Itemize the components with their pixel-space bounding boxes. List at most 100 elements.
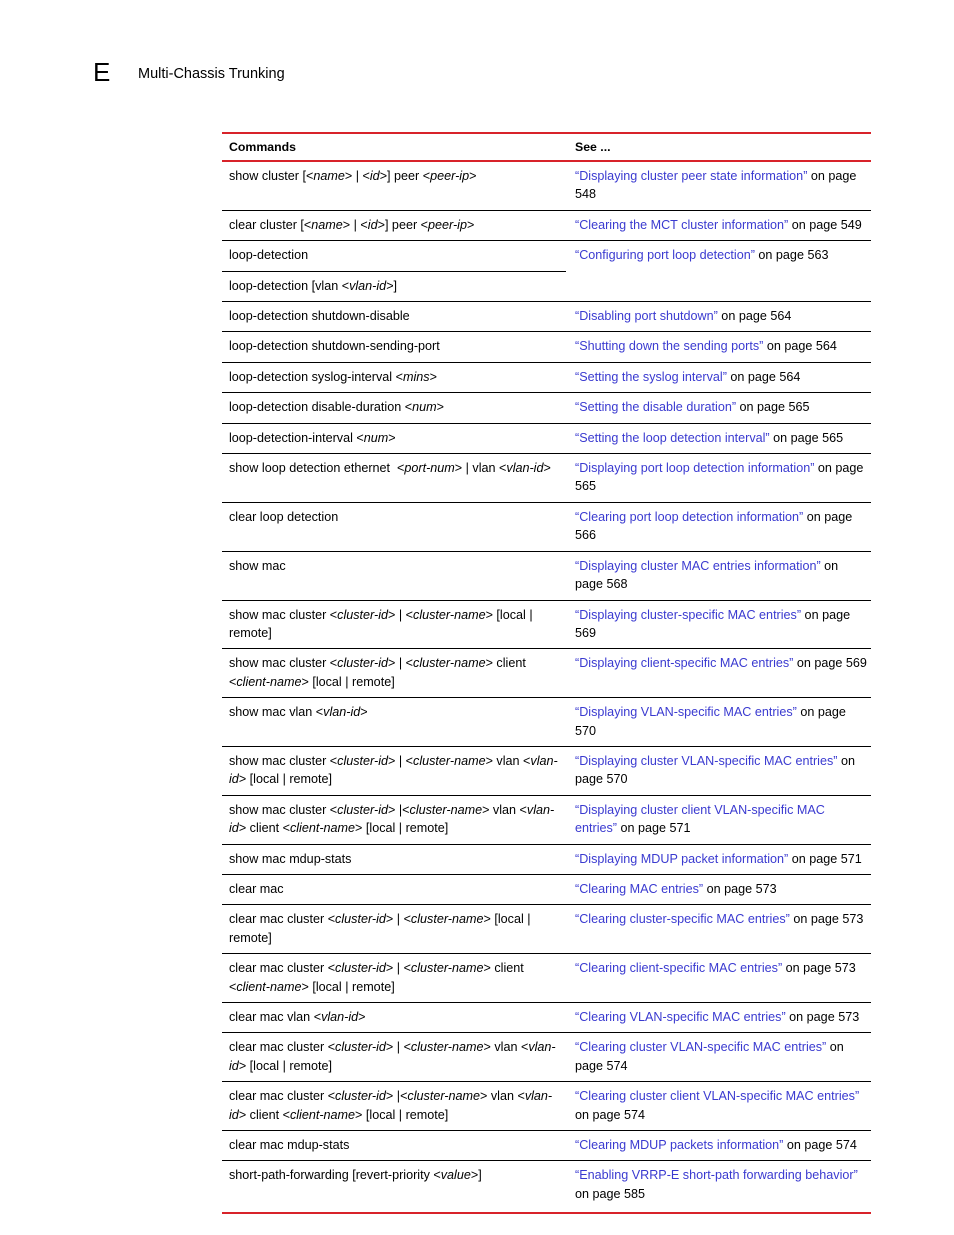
table-row: loop-detection disable-duration <num> “Se… [222, 392, 871, 424]
column-header-commands: Commands [222, 132, 566, 162]
cross-reference-link[interactable]: “Displaying cluster peer state informati… [575, 169, 807, 183]
command-variable: cluster-id [337, 802, 389, 817]
command-variable: vlan-id [229, 753, 558, 787]
table-header: Commands See ... [222, 132, 871, 162]
cross-reference-link[interactable]: “Displaying client-specific MAC entries” [575, 656, 793, 670]
command-cell: show mac vlan <vlan-id> [222, 697, 566, 747]
cross-reference-link[interactable]: “Clearing VLAN-specific MAC entries” [575, 1010, 786, 1024]
command-cell: clear cluster [<name> | <id>] peer <peer… [222, 210, 566, 242]
cross-reference-link[interactable]: “Shutting down the sending ports” [575, 339, 763, 353]
table-row: clear loop detection “Clearing port loop … [222, 502, 871, 552]
command-text: loop-detection syslog-interval <mins> [229, 369, 437, 384]
command-variable: vlan-id [229, 1089, 553, 1122]
cross-reference-link[interactable]: “Setting the loop detection interval” [575, 431, 770, 445]
table-row: show cluster [<name> | <id>] peer <peer-… [222, 161, 871, 211]
cross-reference-page: on page 564 [717, 309, 792, 324]
table-row: clear mac cluster <cluster-id> | <cluste… [222, 953, 871, 1003]
command-variable: client-name [236, 979, 302, 994]
cross-reference-page: on page 565 [736, 400, 810, 415]
command-variable: name [313, 169, 345, 183]
cross-reference-page: on page 549 [788, 217, 862, 232]
command-cell: show mac cluster <cluster-id> |<cluster-… [222, 795, 566, 845]
command-variable: cluster-id [335, 912, 386, 927]
column-header-see: See ... [566, 132, 871, 162]
cross-reference-page: on page 573 [785, 1010, 860, 1024]
cross-reference-link[interactable]: “Clearing MAC entries” [575, 882, 703, 896]
command-cell: show mac cluster <cluster-id> | <cluster… [222, 648, 566, 699]
table-row: show mac cluster <cluster-id> | <cluster… [222, 648, 871, 699]
see-reference-cell: “Displaying cluster client VLAN-specific… [566, 795, 871, 845]
cross-reference-page: on page 563 [754, 248, 829, 263]
table-row: loop-detection shutdown-sending-port “Shu… [222, 331, 871, 363]
cross-reference-link[interactable]: “Displaying port loop detection informat… [575, 461, 814, 475]
command-variable: vlan-id [506, 461, 544, 476]
cross-reference-link[interactable]: “Setting the disable duration” [575, 400, 736, 414]
see-reference-cell: “Clearing client-specific MAC entries” o… [566, 953, 871, 1003]
see-reference-cell: “Clearing port loop detection informatio… [566, 502, 871, 552]
command-variable: cluster-id [337, 753, 389, 768]
command-cell: loop-detection-interval <num> [222, 423, 566, 455]
cross-reference-link[interactable]: “Clearing the MCT cluster information” [575, 218, 788, 232]
cross-reference-link[interactable]: “Displaying cluster VLAN-specific MAC en… [575, 754, 837, 768]
command-variable: vlan-id [229, 802, 555, 836]
command-variable: value [440, 1168, 471, 1183]
command-variable: cluster-name [409, 802, 483, 817]
table-row: clear mac cluster <cluster-id> |<cluster… [222, 1081, 871, 1132]
table-row: show mac cluster <cluster-id> |<cluster-… [222, 795, 871, 845]
cross-reference-link[interactable]: “Clearing client-specific MAC entries” [575, 961, 782, 975]
command-cell: clear mac cluster <cluster-id> |<cluster… [222, 1081, 566, 1132]
command-variable: num [412, 400, 437, 415]
command-cell: show mac [222, 551, 566, 601]
command-text: loop-detection-interval <num> [229, 430, 396, 445]
table-row: show mac cluster <cluster-id> | <cluster… [222, 746, 871, 796]
command-text: loop-detection [vlan <vlan-id>] [229, 278, 398, 293]
command-cell: loop-detection [vlan <vlan-id>] [222, 271, 566, 303]
appendix-letter: E [93, 57, 111, 87]
command-text: clear mac cluster <cluster-id> | <cluste… [229, 1040, 556, 1073]
command-variable: cluster-id [335, 1089, 386, 1104]
command-cell: clear mac cluster <cluster-id> | <cluste… [222, 953, 566, 1003]
cross-reference-link[interactable]: “Clearing cluster client VLAN-specific M… [575, 1089, 859, 1103]
command-variable: vlan-id [323, 705, 361, 720]
cross-reference-link[interactable]: “Clearing cluster VLAN-specific MAC entr… [575, 1040, 826, 1054]
command-text: show mac vlan <vlan-id> [229, 705, 368, 720]
command-cell: show mac mdup-stats [222, 844, 566, 875]
see-reference-cell: “Displaying cluster VLAN-specific MAC en… [566, 746, 871, 796]
cross-reference-link[interactable]: “Clearing port loop detection informatio… [575, 510, 803, 524]
see-reference-cell: “Displaying cluster peer state informati… [566, 161, 871, 211]
command-text: clear mac [229, 881, 284, 896]
command-cell: clear mac [222, 874, 566, 906]
command-text: show mac [229, 558, 286, 573]
table-row: show mac cluster <cluster-id> | <cluster… [222, 600, 871, 650]
command-variable: cluster-name [413, 656, 486, 671]
see-reference-cell: “Displaying client-specific MAC entries”… [566, 648, 871, 699]
cross-reference-link[interactable]: “Displaying cluster-specific MAC entries… [575, 608, 801, 622]
cross-reference-page: on page 574 [783, 1138, 857, 1153]
command-text: loop-detection disable-duration <num> [229, 400, 444, 415]
command-cell: short-path-forwarding [revert-priority <… [222, 1160, 566, 1215]
cross-reference-link[interactable]: “Displaying cluster MAC entries informat… [575, 559, 821, 573]
see-reference-cell [566, 271, 871, 303]
command-cell: show cluster [<name> | <id>] peer <peer-… [222, 161, 566, 211]
cross-reference-link[interactable]: “Displaying cluster client VLAN-specific… [575, 803, 825, 835]
cross-reference-page: on page 565 [769, 430, 844, 445]
cross-reference-page: on page 564 [763, 339, 837, 354]
cross-reference-page: on page 573 [782, 961, 856, 976]
cross-reference-link[interactable]: “Disabling port shutdown” [575, 309, 718, 323]
command-variable: peer-ip [428, 217, 467, 232]
cross-reference-link[interactable]: “Clearing MDUP packets information” [575, 1138, 783, 1152]
cross-reference-link[interactable]: “Setting the syslog interval” [575, 370, 727, 384]
command-cell: clear mac vlan <vlan-id> [222, 1002, 566, 1034]
cross-reference-link[interactable]: “Clearing cluster-specific MAC entries” [575, 912, 790, 926]
cross-reference-link[interactable]: “Displaying MDUP packet information” [575, 852, 788, 866]
command-text: clear mac cluster <cluster-id> | <cluste… [229, 912, 535, 945]
see-reference-cell: “Configuring port loop detection” on pag… [566, 241, 871, 271]
cross-reference-page: on page 574 [575, 1107, 646, 1122]
cross-reference-link[interactable]: “Displaying VLAN-specific MAC entries” [575, 705, 797, 719]
command-text: loop-detection shutdown-sending-port [229, 339, 440, 354]
command-variable: cluster-name [410, 961, 484, 976]
cross-reference-link[interactable]: “Configuring port loop detection” [575, 248, 755, 262]
cross-reference-link[interactable]: “Enabling VRRP-E short-path forwarding b… [575, 1168, 858, 1182]
table-row: short-path-forwarding [revert-priority <… [222, 1160, 871, 1215]
command-cell: clear mac cluster <cluster-id> | <cluste… [222, 904, 566, 955]
